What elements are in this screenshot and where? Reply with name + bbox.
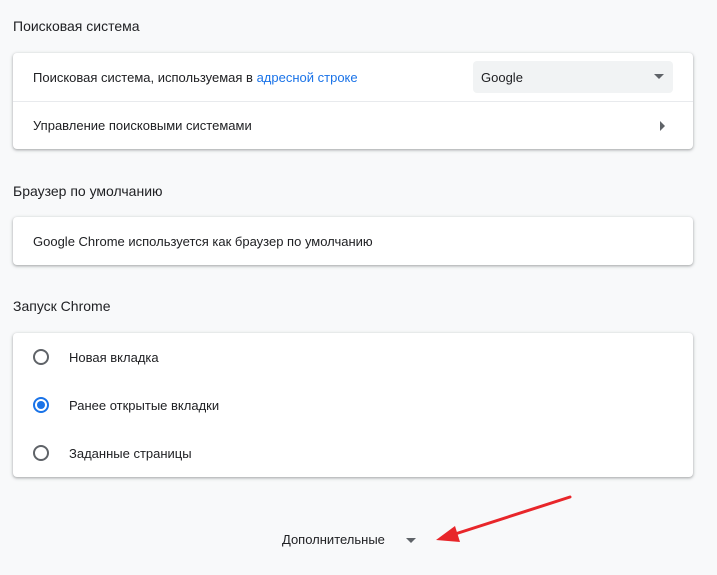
triangle-down-icon xyxy=(405,538,416,543)
startup-option-label: Ранее открытые вкладки xyxy=(69,397,220,413)
default-browser-row: Google Chrome используется как браузер п… xyxy=(13,217,693,265)
chevron-right-icon xyxy=(660,121,665,131)
triangle-down-icon xyxy=(654,74,664,79)
search-engine-card: Поисковая система, используемая в адресн… xyxy=(13,53,693,149)
advanced-label: Дополнительные xyxy=(282,532,385,547)
search-engine-selected: Google xyxy=(481,69,523,85)
manage-search-engines-label: Управление поисковыми системами xyxy=(33,118,252,133)
search-engine-select[interactable]: Google xyxy=(473,61,673,93)
radio-button-new-tab[interactable] xyxy=(33,349,49,365)
default-browser-card: Google Chrome используется как браузер п… xyxy=(13,217,693,265)
startup-card: Новая вкладка Ранее открытые вкладки Зад… xyxy=(13,333,693,477)
startup-option-new-tab[interactable]: Новая вкладка xyxy=(13,333,693,381)
startup-option-label: Заданные страницы xyxy=(69,445,192,461)
search-engine-row: Поисковая система, используемая в адресн… xyxy=(13,53,693,101)
radio-button-continue[interactable] xyxy=(33,397,49,413)
startup-option-label: Новая вкладка xyxy=(69,349,159,365)
advanced-button[interactable]: Дополнительные xyxy=(282,532,416,547)
radio-button-specific-pages[interactable] xyxy=(33,445,49,461)
address-bar-link[interactable]: адресной строке xyxy=(257,70,358,85)
startup-title: Запуск Chrome xyxy=(13,298,111,314)
manage-search-engines-row[interactable]: Управление поисковыми системами xyxy=(13,101,693,149)
default-browser-status: Google Chrome используется как браузер п… xyxy=(33,233,373,249)
startup-option-specific-pages[interactable]: Заданные страницы xyxy=(13,429,693,477)
search-engine-title: Поисковая система xyxy=(13,18,140,34)
default-browser-title: Браузер по умолчанию xyxy=(13,183,163,199)
startup-option-continue[interactable]: Ранее открытые вкладки xyxy=(13,381,693,429)
search-engine-label: Поисковая система, используемая в xyxy=(33,69,257,85)
